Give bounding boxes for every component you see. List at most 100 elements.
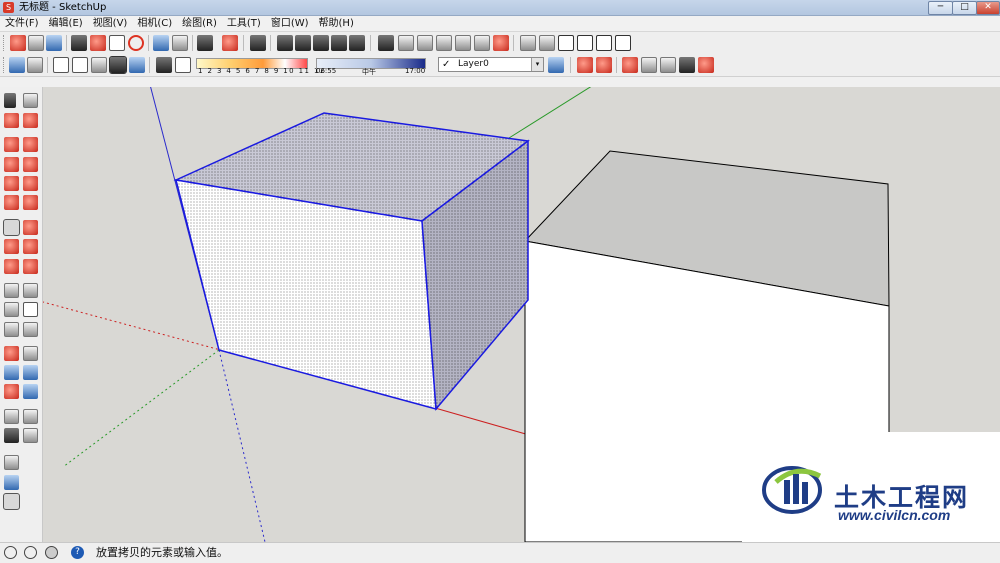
menu-help[interactable]: 帮助(H) [314,16,359,31]
shaded-textures-icon[interactable] [109,56,127,74]
open-icon[interactable] [28,35,44,51]
toolbar-grip[interactable] [3,57,7,73]
credits-icon[interactable] [24,546,37,559]
xray-icon[interactable] [9,57,25,73]
front-view-icon[interactable] [313,35,329,51]
sandbox-icon[interactable] [378,35,394,51]
scale-icon[interactable] [4,259,19,274]
zoom-window-icon[interactable] [23,365,38,380]
back-edges-icon[interactable] [27,57,43,73]
close-button[interactable]: ✕ [976,1,1000,15]
share-model-icon[interactable] [4,475,19,490]
flip-edge-icon[interactable] [474,35,490,51]
drape-icon[interactable] [436,35,452,51]
print-icon[interactable] [197,35,213,51]
follow-me-icon[interactable] [23,239,38,254]
cut-icon[interactable] [71,35,87,51]
match-photo-icon[interactable] [698,57,714,73]
toolbar-grip[interactable] [3,35,7,51]
eraser-icon[interactable] [23,113,38,128]
help-icon[interactable]: ? [71,546,84,559]
circle-icon[interactable] [4,157,19,172]
3d-text-icon[interactable] [23,322,38,337]
shaded-icon[interactable] [91,57,107,73]
warehouse-icon[interactable] [520,35,536,51]
add-detail-icon[interactable] [455,35,471,51]
share-component-icon[interactable] [3,493,20,510]
rotate-icon[interactable] [4,239,19,254]
copy-icon[interactable] [90,35,106,51]
section-tool-icon[interactable] [23,428,38,443]
select-arrow-icon[interactable] [4,93,16,108]
move-icon[interactable] [3,219,20,236]
chevron-down-icon[interactable]: ▾ [531,58,543,71]
stamp-icon[interactable] [417,35,433,51]
monochrome-icon[interactable] [129,57,145,73]
pan-icon[interactable] [23,346,38,361]
shadow-settings-icon[interactable] [156,57,172,73]
layer-manager-icon[interactable] [548,57,564,73]
minimize-button[interactable]: ─ [928,1,953,15]
building-icon[interactable] [615,35,631,51]
smoove-icon[interactable] [398,35,414,51]
protractor-icon[interactable] [4,302,19,317]
position-camera-tool-icon[interactable] [4,409,19,424]
right-view-icon[interactable] [331,35,347,51]
dimension-icon[interactable] [23,283,38,298]
section-plane-icon[interactable] [596,57,612,73]
save-icon[interactable] [46,35,62,51]
freehand-icon[interactable] [23,157,38,172]
axes-icon[interactable] [4,322,19,337]
get-models-icon[interactable] [4,455,19,470]
redo-icon[interactable] [172,35,188,51]
menu-tools[interactable]: 工具(T) [222,16,266,31]
new-icon[interactable] [10,35,26,51]
user-icon[interactable] [45,546,58,559]
house-icon[interactable] [558,35,574,51]
offset-icon[interactable] [23,259,38,274]
maximize-button[interactable]: □ [952,1,977,15]
model-info-icon[interactable] [222,35,238,51]
look-around-icon[interactable] [660,57,676,73]
back-view-icon[interactable] [349,35,365,51]
rectangle-icon[interactable] [4,137,19,152]
previous-view-icon[interactable] [23,384,38,399]
hidden-line-icon[interactable] [72,57,88,73]
menu-edit[interactable]: 编辑(E) [44,16,88,31]
walk-icon[interactable] [641,57,657,73]
polygon-icon[interactable] [4,176,19,191]
iso-view-icon[interactable] [277,35,293,51]
menu-view[interactable]: 视图(V) [88,16,133,31]
arc-icon[interactable] [23,176,38,191]
orbit-icon[interactable] [4,346,19,361]
wireframe-icon[interactable] [53,57,69,73]
walk-tool-icon[interactable] [4,428,19,443]
position-camera-icon[interactable] [679,57,695,73]
film-icon[interactable] [493,35,509,51]
paste-icon[interactable] [109,35,125,51]
camera-view-icon[interactable] [250,35,266,51]
components-icon[interactable] [539,35,555,51]
geo-location-icon[interactable] [4,546,17,559]
menu-draw[interactable]: 绘图(R) [177,16,222,31]
arc2-icon[interactable] [23,195,38,210]
zoom-extents-icon[interactable] [4,384,19,399]
top-view-icon[interactable] [295,35,311,51]
make-component-icon[interactable] [23,93,38,108]
menu-camera[interactable]: 相机(C) [132,16,177,31]
display-shadows-icon[interactable] [175,57,191,73]
paint-icon[interactable] [622,57,638,73]
house-share-icon[interactable] [577,35,593,51]
zoom-icon[interactable] [4,365,19,380]
undo-icon[interactable] [153,35,169,51]
line-icon[interactable] [23,137,38,152]
erase-icon[interactable] [128,35,144,51]
paint-bucket-icon[interactable] [4,113,19,128]
tape-measure-icon[interactable] [4,283,19,298]
layer-select[interactable]: ✓ Layer0 ▾ [438,57,544,72]
push-pull-icon[interactable] [23,220,38,235]
menu-file[interactable]: 文件(F) [0,16,44,31]
styles-icon[interactable] [577,57,593,73]
house-outline-icon[interactable] [596,35,612,51]
pie-icon[interactable] [4,195,19,210]
